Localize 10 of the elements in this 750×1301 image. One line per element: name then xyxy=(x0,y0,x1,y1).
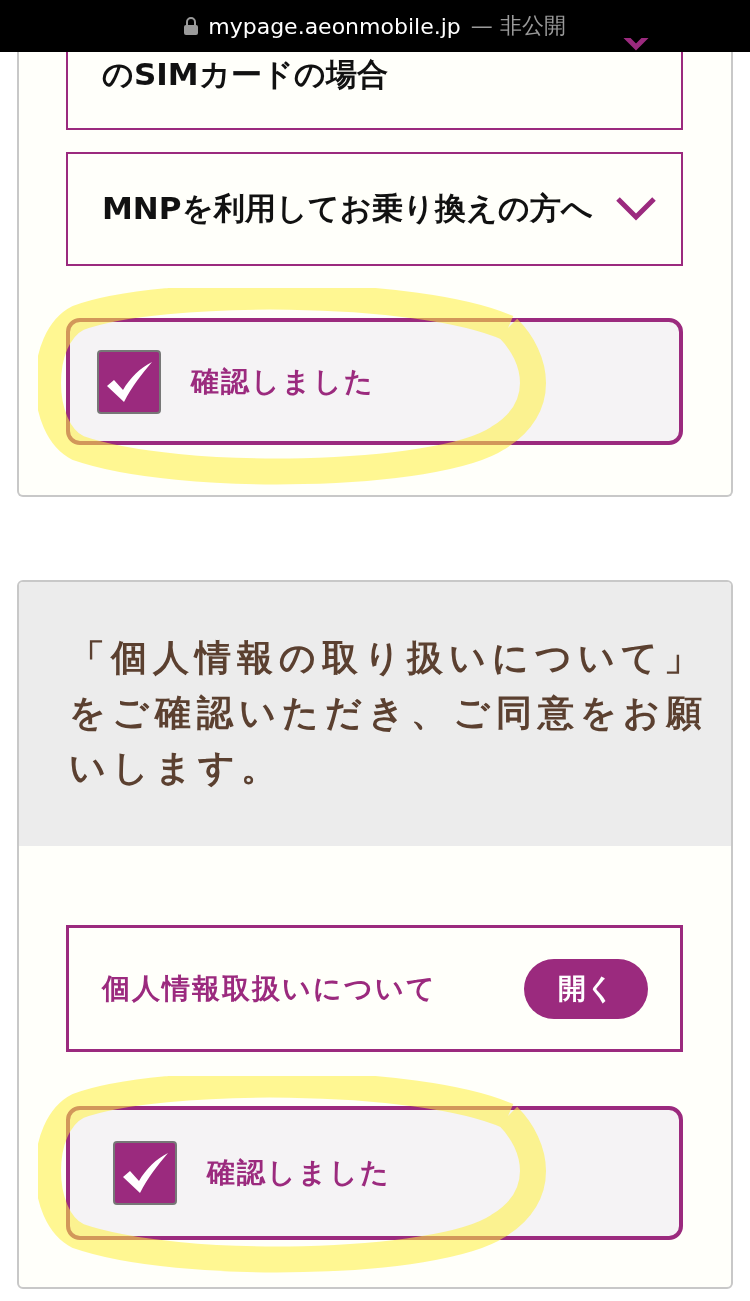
checkbox[interactable] xyxy=(97,349,161,414)
confirm-label[interactable]: 確認しました xyxy=(191,362,375,401)
document-label: 個人情報取扱いについて xyxy=(102,970,437,1007)
checkbox[interactable] xyxy=(113,1141,177,1205)
privacy-label: — 非公開 xyxy=(470,12,566,40)
confirm-label[interactable]: 確認しました xyxy=(207,1154,391,1192)
open-button[interactable]: 開く xyxy=(524,958,648,1019)
lock-icon xyxy=(184,17,199,35)
url-text: mypage.aeonmobile.jp xyxy=(208,13,461,39)
section-heading: 「個人情報の取り扱いについて」をご確認いただき、ご同意をお願いします。 xyxy=(69,636,709,790)
